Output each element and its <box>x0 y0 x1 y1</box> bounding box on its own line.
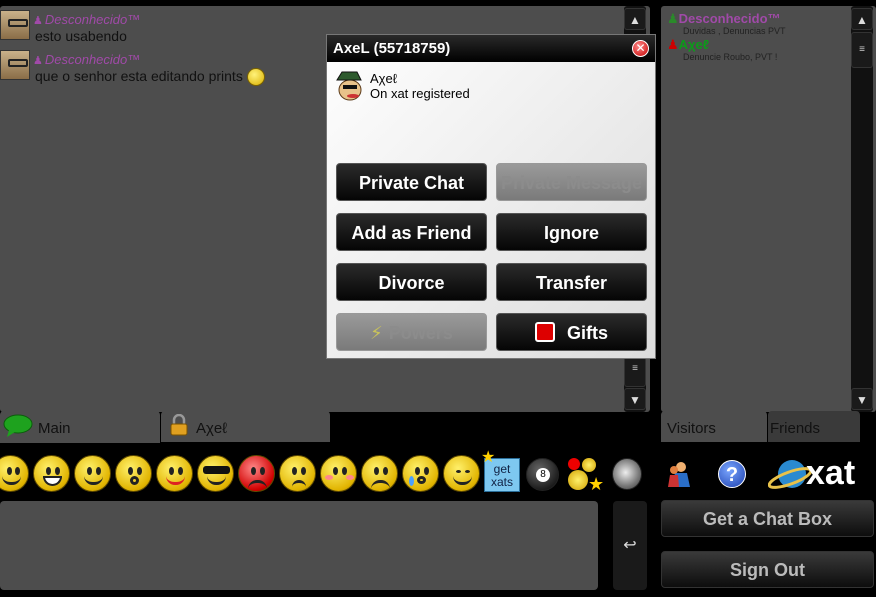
sad-icon[interactable] <box>361 455 398 492</box>
scroll-up-button[interactable]: ▲ <box>624 8 646 30</box>
smiley-icon <box>246 68 265 87</box>
visitor-item[interactable]: ♟Desconhecido™ Duvidas , Denuncias PVT <box>667 11 786 36</box>
ignore-button[interactable]: Ignore <box>496 213 647 251</box>
pawn-icon: ♟ <box>667 37 679 52</box>
profile-status: On xat registered <box>370 86 470 101</box>
user-profile-popup: AxeL (55718759) ✕ Aχeℓ On xat registered… <box>326 34 656 359</box>
pawn-icon: ♟ <box>33 15 43 27</box>
avatar[interactable] <box>0 50 30 80</box>
scroll-down-button[interactable]: ▼ <box>624 388 646 410</box>
scroll-down-button[interactable]: ▼ <box>851 388 873 410</box>
confused-icon[interactable] <box>279 455 316 492</box>
get-chat-box-button[interactable]: Get a Chat Box <box>661 500 874 537</box>
transfer-button[interactable]: Transfer <box>496 263 647 301</box>
pawn-icon: ♟ <box>667 11 679 26</box>
lock-icon <box>170 414 188 436</box>
blush-icon[interactable] <box>320 455 357 492</box>
tab-visitors[interactable]: Visitors <box>661 411 767 442</box>
visitor-item[interactable]: ♟Aχeℓ Denuncie Roubo, PVT ! <box>667 37 777 62</box>
smile-icon[interactable] <box>0 455 29 492</box>
visitors-pane: ♟Desconhecido™ Duvidas , Denuncias PVT ♟… <box>661 6 876 412</box>
more-smileys-icon[interactable]: ★ <box>566 458 604 494</box>
message-input[interactable] <box>0 501 598 590</box>
sign-out-button[interactable]: Sign Out <box>661 551 874 588</box>
popup-title: AxeL (55718759) <box>327 35 655 62</box>
message-username[interactable]: ♟ Desconhecido™ <box>33 52 140 67</box>
tab-main[interactable]: Main <box>0 411 160 443</box>
profile-name: Aχeℓ <box>370 71 397 86</box>
happy-icon[interactable] <box>443 455 480 492</box>
xat-logo[interactable]: xat <box>768 454 874 494</box>
tab-friends[interactable]: Friends <box>768 411 860 442</box>
send-button[interactable]: ↩ <box>613 501 647 590</box>
gift-icon <box>534 322 555 343</box>
avatar <box>336 71 362 101</box>
avatar[interactable] <box>0 10 30 40</box>
message-text: esto usabendo <box>35 28 127 44</box>
help-icon[interactable]: ? <box>718 460 746 488</box>
sunglasses-icon[interactable] <box>197 455 234 492</box>
sound-icon[interactable] <box>612 458 642 490</box>
pawn-icon: ♟ <box>33 55 43 67</box>
message-text: que o senhor esta editando prints <box>35 68 265 87</box>
eight-ball-icon[interactable]: 8 <box>526 458 559 491</box>
close-icon[interactable]: ✕ <box>632 40 649 57</box>
scroll-thumb[interactable]: ≡ <box>851 32 873 68</box>
chat-bubble-icon <box>3 414 33 437</box>
divorce-button[interactable]: Divorce <box>336 263 487 301</box>
get-xats-button[interactable]: ★ get xats <box>481 450 520 492</box>
private-message-button: Private Message <box>496 163 647 201</box>
star-icon: ★ <box>481 449 496 466</box>
surprised-icon[interactable] <box>115 455 152 492</box>
private-chat-button[interactable]: Private Chat <box>336 163 487 201</box>
visitors-scrollbar[interactable]: ▲ ≡ ▼ <box>851 6 873 412</box>
wink-icon[interactable] <box>74 455 111 492</box>
tab-private-chat[interactable]: Aχeℓ <box>161 411 330 442</box>
tongue-icon[interactable] <box>156 455 193 492</box>
angry-icon[interactable] <box>238 455 275 492</box>
users-icon[interactable] <box>666 459 696 489</box>
powers-button: ⚡ Powers <box>336 313 487 351</box>
crying-icon[interactable] <box>402 455 439 492</box>
gifts-button[interactable]: Gifts <box>496 313 647 351</box>
message-username[interactable]: ♟ Desconhecido™ <box>33 12 140 27</box>
add-friend-button[interactable]: Add as Friend <box>336 213 487 251</box>
lightning-icon: ⚡ <box>370 323 383 343</box>
big-smile-icon[interactable] <box>33 455 70 492</box>
scroll-up-button[interactable]: ▲ <box>851 8 873 30</box>
